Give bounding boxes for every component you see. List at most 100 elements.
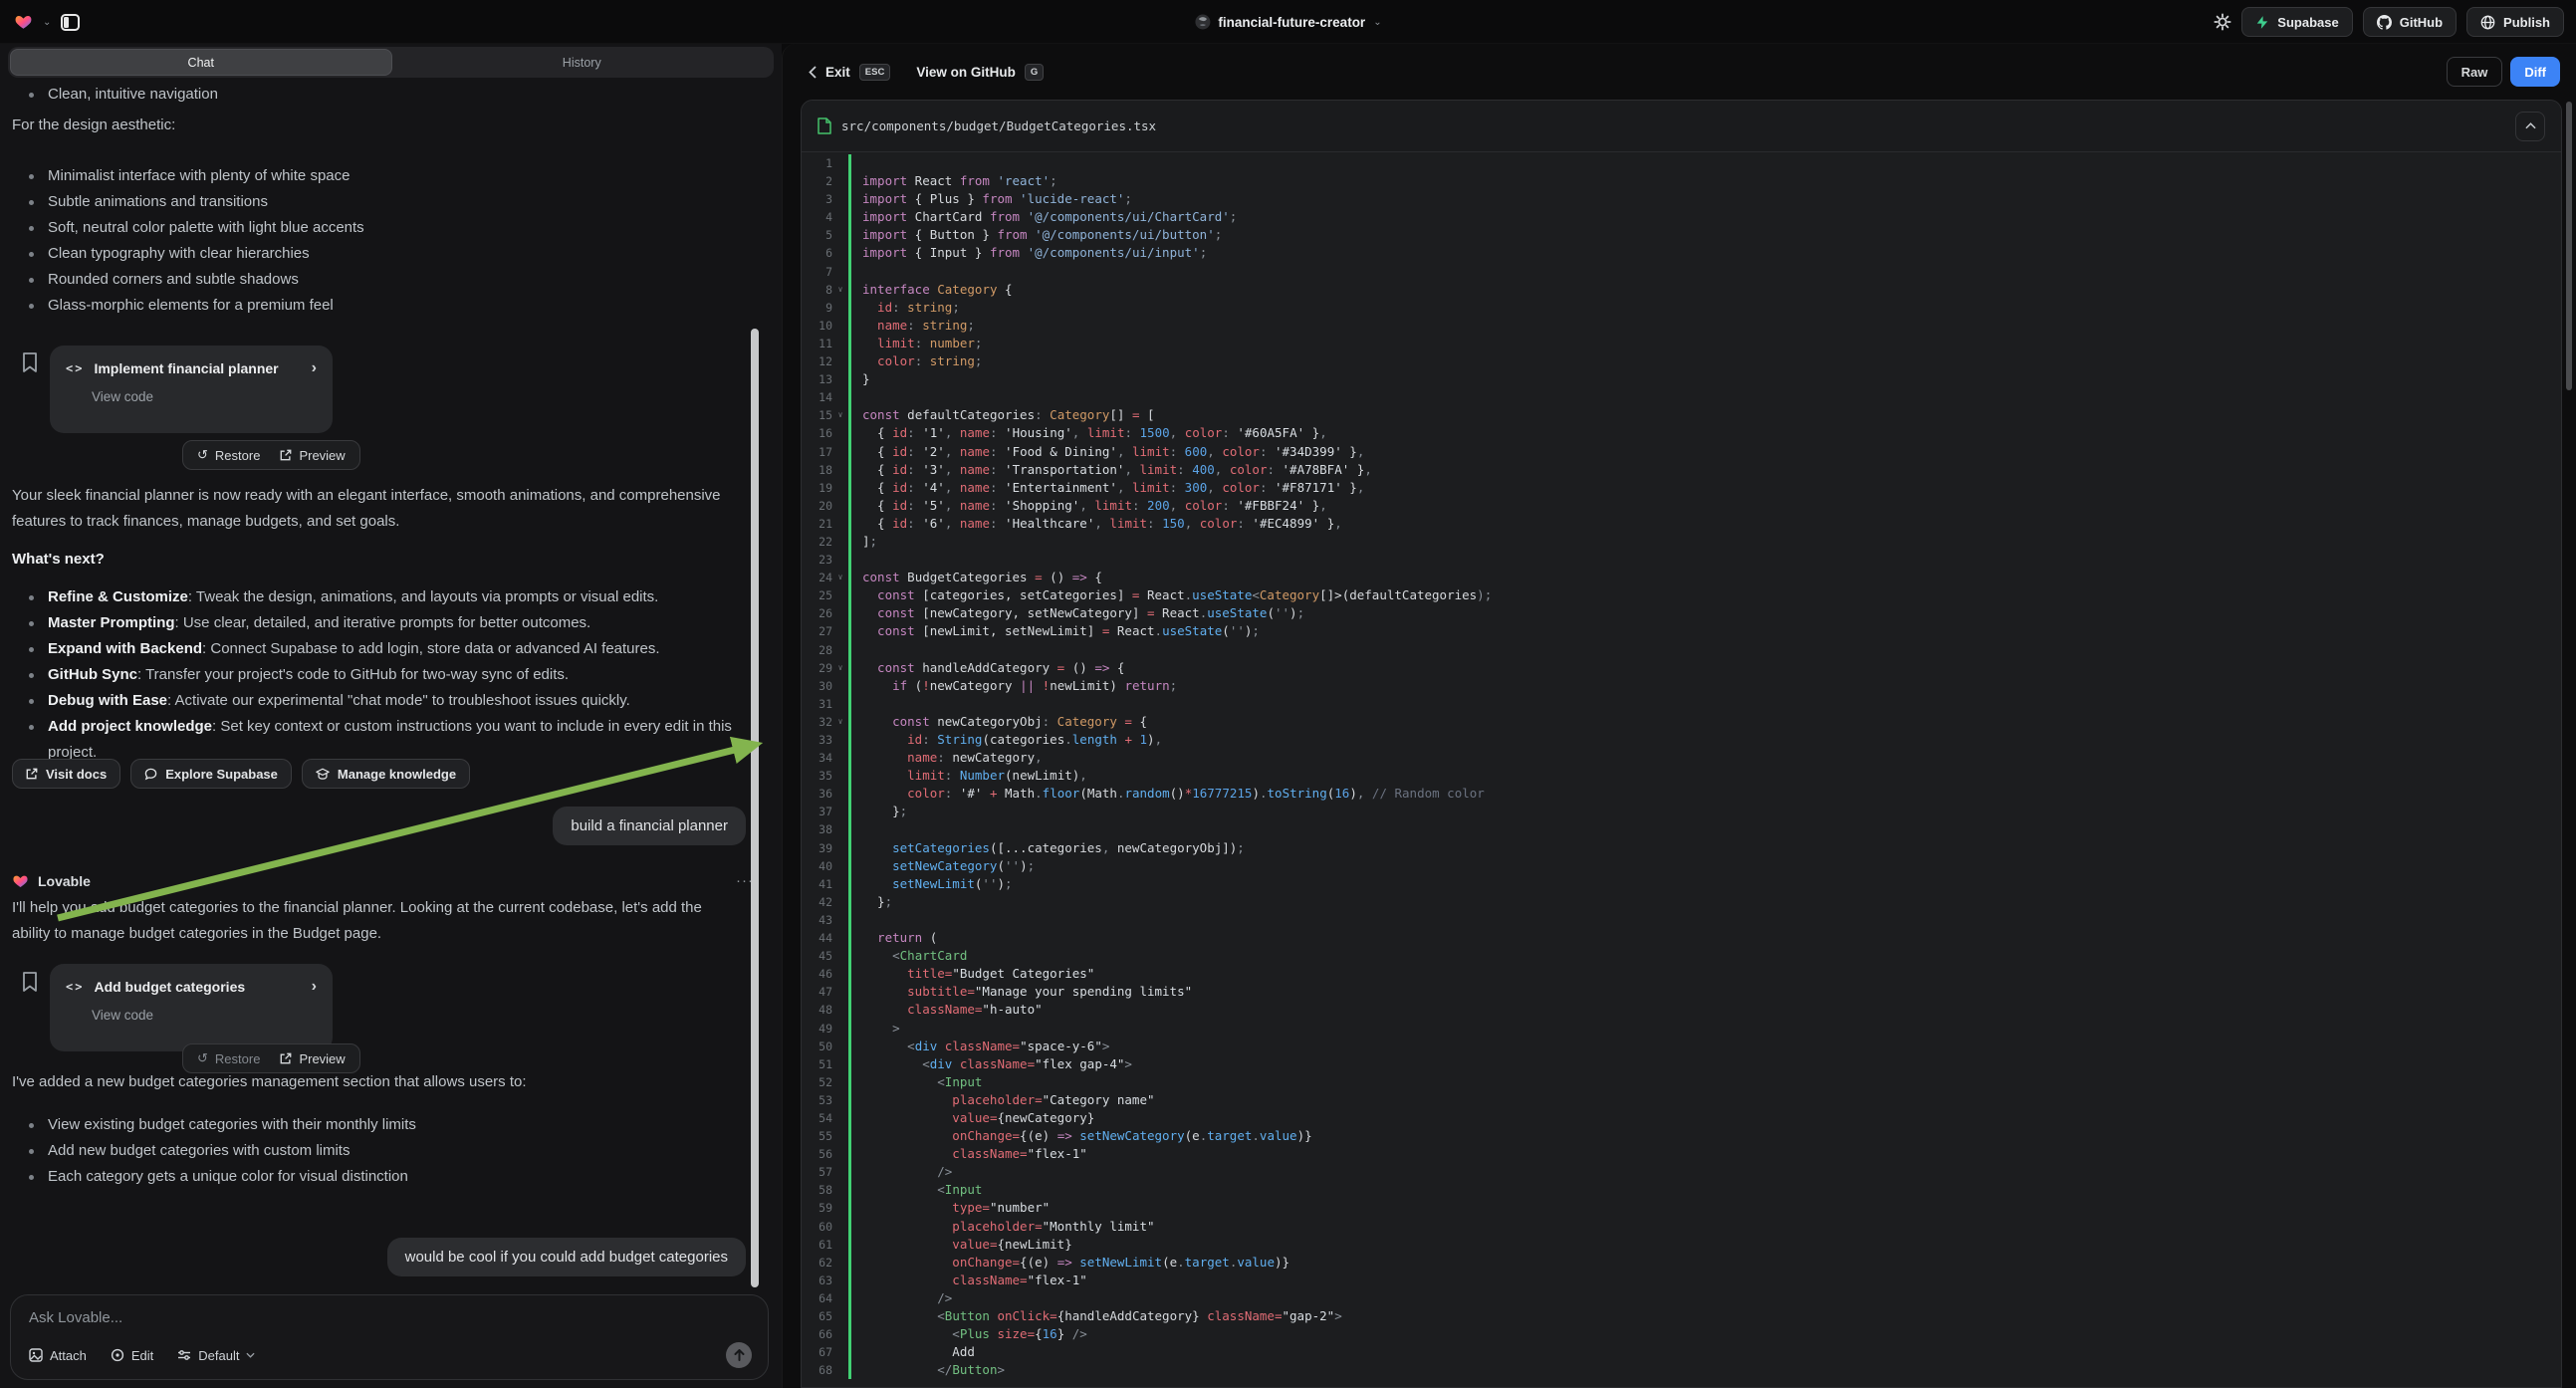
external-link-icon bbox=[26, 768, 38, 780]
code-line: 54 value={newCategory} bbox=[802, 1109, 2561, 1127]
code-line: 31 bbox=[802, 695, 2561, 713]
project-switcher[interactable]: financial-future-creator ⌄ bbox=[1194, 0, 1381, 44]
code-line: 12 color: string; bbox=[802, 352, 2561, 370]
tool-card-title: Implement financial planner bbox=[94, 360, 278, 376]
code-line: 1 bbox=[802, 154, 2561, 172]
bookmark-icon[interactable] bbox=[22, 972, 38, 992]
attach-button[interactable]: Attach bbox=[29, 1348, 87, 1363]
restore-icon: ↺ bbox=[197, 1050, 208, 1066]
exit-button[interactable]: Exit ESC bbox=[809, 64, 890, 81]
visit-docs-button[interactable]: Visit docs bbox=[12, 759, 120, 789]
view-code-link[interactable]: View code bbox=[92, 1008, 317, 1023]
code-line: 45 <ChartCard bbox=[802, 947, 2561, 965]
composer[interactable]: Ask Lovable... Attach Edit Default bbox=[10, 1294, 769, 1380]
code-line: 46 title="Budget Categories" bbox=[802, 965, 2561, 983]
bullet-item: Master Prompting: Use clear, detailed, a… bbox=[12, 610, 742, 636]
assistant-header: Lovable ··· bbox=[12, 872, 754, 889]
code-line: 15∨const defaultCategories: Category[] =… bbox=[802, 406, 2561, 424]
bookmark-icon[interactable] bbox=[22, 352, 38, 372]
preview-button[interactable]: Preview bbox=[280, 1051, 345, 1066]
github-button[interactable]: GitHub bbox=[2363, 7, 2457, 37]
send-button[interactable] bbox=[726, 1342, 752, 1368]
view-code-link[interactable]: View code bbox=[92, 389, 317, 404]
restore-preview-pill: ↺Restore Preview bbox=[182, 440, 360, 470]
code-line: 21 { id: '6', name: 'Healthcare', limit:… bbox=[802, 515, 2561, 533]
arrow-up-icon bbox=[734, 1349, 745, 1361]
sidebar-toggle-button[interactable] bbox=[61, 14, 80, 31]
code-line: 14 bbox=[802, 388, 2561, 406]
code-line: 6import { Input } from '@/components/ui/… bbox=[802, 244, 2561, 262]
code-line: 16 { id: '1', name: 'Housing', limit: 15… bbox=[802, 424, 2561, 442]
code-line: 38 bbox=[802, 820, 2561, 838]
code-line: 30 if (!newCategory || !newLimit) return… bbox=[802, 677, 2561, 695]
bullet-item: Soft, neutral color palette with light b… bbox=[12, 215, 742, 241]
collapse-button[interactable] bbox=[2515, 112, 2545, 141]
code-line: 35 limit: Number(newLimit), bbox=[802, 767, 2561, 785]
publish-button[interactable]: Publish bbox=[2466, 7, 2564, 37]
code-line: 2import React from 'react'; bbox=[802, 172, 2561, 190]
settings-button[interactable] bbox=[2214, 13, 2231, 31]
model-selector[interactable]: Default bbox=[177, 1348, 255, 1363]
bullet-item: Minimalist interface with plenty of whit… bbox=[12, 163, 742, 189]
whats-next-list: Refine & Customize: Tweak the design, an… bbox=[12, 584, 742, 766]
lovable-logo-icon[interactable] bbox=[14, 13, 33, 31]
tool-card-add-budget-categories[interactable]: <> Add budget categories › View code bbox=[50, 964, 333, 1051]
raw-toggle-button[interactable]: Raw bbox=[2447, 57, 2503, 87]
code-line: 66 <Plus size={16} /> bbox=[802, 1325, 2561, 1343]
file-header[interactable]: src/components/budget/BudgetCategories.t… bbox=[802, 101, 2561, 152]
chat-scrollbar[interactable] bbox=[751, 329, 759, 1287]
code-line: 3import { Plus } from 'lucide-react'; bbox=[802, 190, 2561, 208]
bullet-item: Subtle animations and transitions bbox=[12, 189, 742, 215]
chat-panel: Chat History Clean, intuitive navigation… bbox=[0, 44, 782, 1388]
code-line: 43 bbox=[802, 911, 2561, 929]
code-line: 58 <Input bbox=[802, 1181, 2561, 1199]
code-scrollbar[interactable] bbox=[2566, 102, 2572, 390]
bullet-item: Add new budget categories with custom li… bbox=[12, 1138, 742, 1164]
bullet-item: View existing budget categories with the… bbox=[12, 1112, 742, 1138]
code-line: 5import { Button } from '@/components/ui… bbox=[802, 226, 2561, 244]
lovable-avatar bbox=[12, 873, 29, 889]
diff-toggle-button[interactable]: Diff bbox=[2510, 57, 2560, 87]
tab-history[interactable]: History bbox=[392, 49, 773, 76]
target-icon bbox=[111, 1348, 124, 1362]
manage-knowledge-button[interactable]: Manage knowledge bbox=[302, 759, 470, 789]
user-message: would be cool if you could add budget ca… bbox=[387, 1238, 746, 1276]
help-text: I'll help you add budget categories to t… bbox=[12, 895, 742, 947]
code-line: 57 /> bbox=[802, 1163, 2561, 1181]
explore-supabase-button[interactable]: Explore Supabase bbox=[130, 759, 292, 789]
external-link-icon bbox=[280, 1052, 292, 1064]
chat-history-tabs: Chat History bbox=[8, 47, 774, 78]
preview-button[interactable]: Preview bbox=[280, 448, 345, 463]
edit-button[interactable]: Edit bbox=[111, 1348, 153, 1363]
code-editor[interactable]: 12import React from 'react';3import { Pl… bbox=[802, 152, 2561, 1379]
code-line: 13} bbox=[802, 370, 2561, 388]
added-text: I've added a new budget categories manag… bbox=[12, 1069, 742, 1095]
code-line: 65 <Button onClick={handleAddCategory} c… bbox=[802, 1307, 2561, 1325]
esc-key-badge: ESC bbox=[859, 64, 891, 81]
code-line: 60 placeholder="Monthly limit" bbox=[802, 1218, 2561, 1236]
chevron-down-icon[interactable]: ⌄ bbox=[43, 17, 51, 28]
chat-input[interactable]: Ask Lovable... bbox=[29, 1309, 750, 1326]
code-line: 34 name: newCategory, bbox=[802, 749, 2561, 767]
bullet-item: Refine & Customize: Tweak the design, an… bbox=[12, 584, 742, 610]
whats-next-heading: What's next? bbox=[12, 547, 742, 573]
restore-icon: ↺ bbox=[197, 447, 208, 463]
quick-actions-row: Visit docs Explore Supabase Manage knowl… bbox=[12, 759, 470, 789]
restore-button[interactable]: ↺Restore bbox=[197, 1050, 260, 1066]
code-line: 56 className="flex-1" bbox=[802, 1145, 2561, 1163]
project-title: financial-future-creator bbox=[1218, 15, 1365, 30]
tab-chat[interactable]: Chat bbox=[10, 49, 392, 76]
file-added-icon bbox=[818, 117, 831, 134]
restore-button[interactable]: ↺Restore bbox=[197, 447, 260, 463]
external-link-icon bbox=[280, 449, 292, 461]
supabase-button[interactable]: Supabase bbox=[2241, 7, 2352, 37]
tool-card-implement-financial-planner[interactable]: <> Implement financial planner › View co… bbox=[50, 346, 333, 433]
bullet-item: Debug with Ease: Activate our experiment… bbox=[12, 688, 742, 714]
code-line: 19 { id: '4', name: 'Entertainment', lim… bbox=[802, 479, 2561, 497]
chevron-right-icon: › bbox=[312, 359, 317, 377]
bullet-item: Each category gets a unique color for vi… bbox=[12, 1164, 742, 1190]
project-icon bbox=[1194, 14, 1210, 30]
view-on-github-button[interactable]: View on GitHub G bbox=[916, 64, 1044, 81]
code-line: 9 id: string; bbox=[802, 299, 2561, 317]
code-line: 24∨const BudgetCategories = () => { bbox=[802, 569, 2561, 586]
